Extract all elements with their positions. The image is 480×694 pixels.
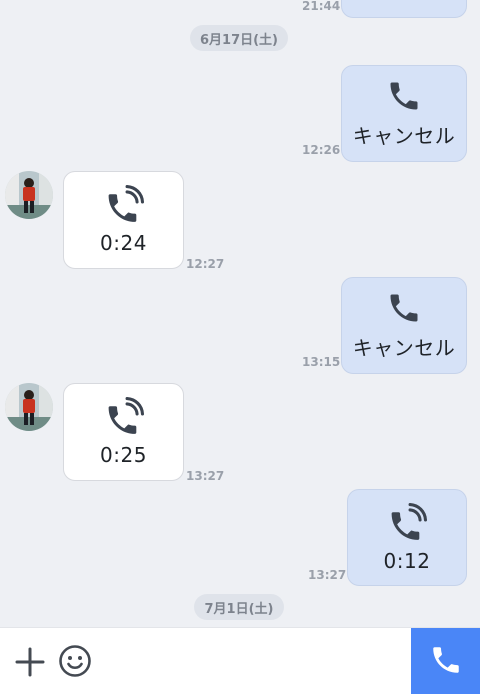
incoming-call-bubble[interactable]: 0:25 (63, 383, 184, 481)
message-time: 13:15 (302, 355, 341, 369)
smiley-icon[interactable] (58, 644, 92, 678)
outgoing-call-bubble[interactable]: キャンセル (341, 277, 467, 374)
message-time: 13:27 (308, 568, 347, 582)
outgoing-call-bubble[interactable] (341, 0, 467, 18)
message-time: 13:27 (186, 469, 225, 483)
phone-ringing-icon (104, 185, 144, 225)
date-separator: 6月17日(土) (190, 25, 288, 51)
outgoing-call-bubble[interactable]: 0:12 (347, 489, 467, 586)
message-time: 12:27 (186, 257, 225, 271)
plus-icon[interactable] (14, 646, 46, 678)
incoming-call-bubble[interactable]: 0:24 (63, 171, 184, 269)
phone-icon (386, 290, 422, 326)
call-status-label: キャンセル (352, 336, 456, 360)
avatar[interactable] (5, 171, 53, 219)
message-time: 12:26 (302, 143, 341, 157)
call-duration-label: 0:25 (100, 443, 147, 467)
input-toolbar (0, 627, 480, 694)
chat-area[interactable]: 21:44 6月17日(土) キャンセル 12:26 0:24 12:27 キャ… (0, 0, 480, 627)
message-time: 21:44 (302, 0, 341, 13)
phone-icon (429, 643, 463, 681)
outgoing-call-bubble[interactable]: キャンセル (341, 65, 467, 162)
call-duration-label: 0:12 (383, 548, 431, 573)
avatar[interactable] (5, 383, 53, 431)
call-button[interactable] (411, 628, 480, 694)
call-duration-label: 0:24 (100, 231, 147, 255)
call-status-label: キャンセル (352, 124, 456, 148)
date-separator: 7月1日(土) (194, 594, 284, 620)
phone-icon (386, 78, 422, 114)
phone-ringing-icon (104, 397, 144, 437)
phone-ringing-icon (387, 502, 427, 543)
